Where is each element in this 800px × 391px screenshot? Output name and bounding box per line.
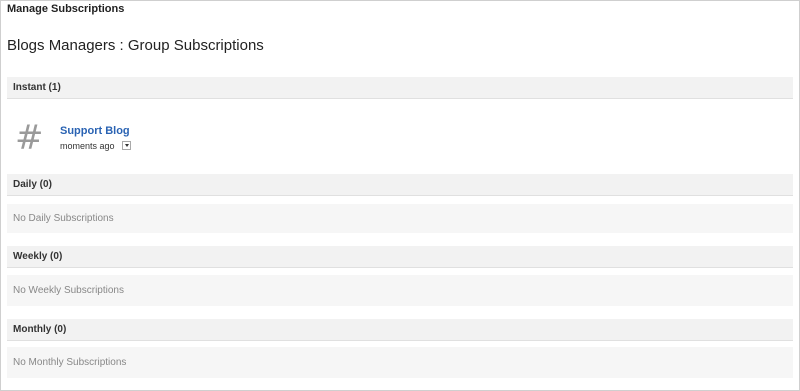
section-header-instant: Instant (1) [7, 77, 793, 99]
hash-icon: # [15, 118, 44, 158]
weekly-empty-message: No Weekly Subscriptions [7, 275, 793, 306]
panel-title: Manage Subscriptions [7, 3, 125, 15]
monthly-empty-message: No Monthly Subscriptions [7, 347, 793, 378]
section-header-monthly: Monthly (0) [7, 319, 793, 341]
subscriptions-panel: Manage Subscriptions Blogs Managers : Gr… [0, 0, 800, 391]
section-header-weekly: Weekly (0) [7, 246, 793, 268]
daily-empty-message: No Daily Subscriptions [7, 204, 793, 233]
subscription-options-dropdown[interactable] [122, 141, 131, 150]
page-title: Blogs Managers : Group Subscriptions [7, 37, 264, 54]
subscription-title-link[interactable]: Support Blog [60, 125, 130, 137]
section-header-daily: Daily (0) [7, 174, 793, 196]
chevron-down-icon [124, 144, 129, 147]
subscription-timestamp: moments ago [60, 141, 115, 151]
subscription-item: # Support Blog moments ago [7, 99, 793, 171]
